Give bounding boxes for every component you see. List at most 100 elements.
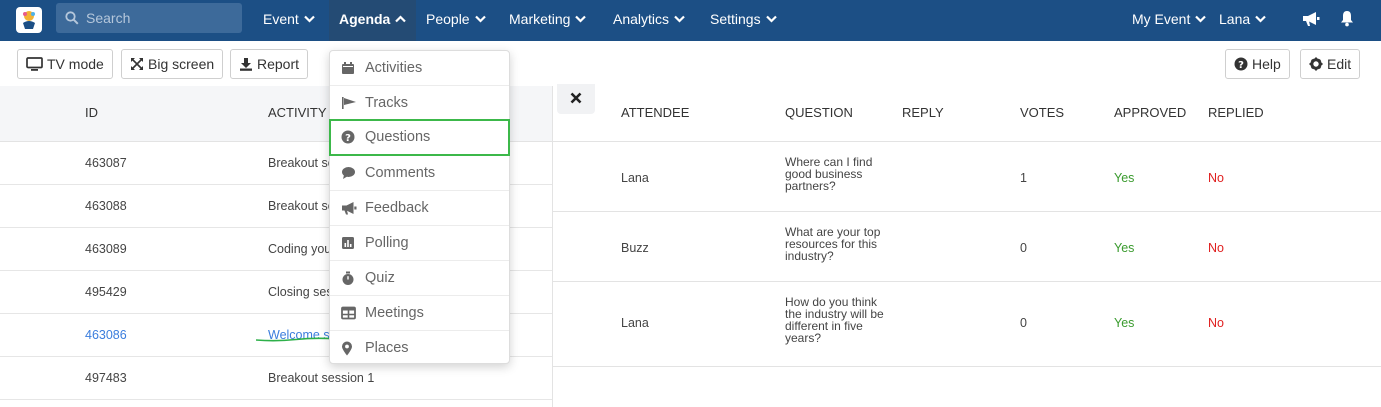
- nav-user-menu[interactable]: Lana: [1209, 0, 1276, 41]
- menu-item-places[interactable]: Places: [330, 331, 509, 366]
- replied-status[interactable]: No: [1208, 171, 1224, 185]
- chevron-down-icon: [765, 16, 777, 23]
- report-label: Report: [257, 56, 300, 72]
- menu-item-label: Tracks: [365, 95, 408, 111]
- menu-item-feedback[interactable]: Feedback: [330, 191, 509, 226]
- agenda-dropdown-menu: Activities Tracks ? Questions Comments F…: [329, 50, 510, 364]
- menu-item-quiz[interactable]: Quiz: [330, 261, 509, 296]
- flag-icon: [342, 97, 356, 109]
- bell-icon[interactable]: [1340, 10, 1354, 27]
- activity-id: 463089: [85, 242, 127, 256]
- nav-agenda[interactable]: Agenda: [329, 0, 417, 41]
- megaphone-icon[interactable]: [1302, 11, 1320, 27]
- column-header-votes[interactable]: VOTES: [1020, 105, 1064, 120]
- close-panel-button[interactable]: [557, 84, 595, 114]
- attendee-name: Lana: [621, 316, 649, 330]
- menu-item-tracks[interactable]: Tracks: [330, 86, 509, 121]
- activity-id: 495429: [85, 285, 127, 299]
- nav-marketing[interactable]: Marketing: [499, 0, 596, 41]
- table-row[interactable]: Buzz What are your top resources for thi…: [553, 212, 1381, 282]
- replied-status[interactable]: No: [1208, 316, 1224, 330]
- approved-status[interactable]: Yes: [1114, 241, 1134, 255]
- nav-my-event[interactable]: My Event: [1122, 0, 1216, 41]
- questions-table-header: ATTENDEE QUESTION REPLY VOTES APPROVED R…: [553, 86, 1381, 142]
- map-marker-icon: [342, 341, 352, 356]
- menu-item-label: Activities: [365, 60, 423, 76]
- table-icon: [341, 306, 356, 320]
- column-header-reply[interactable]: REPLY: [902, 105, 944, 120]
- monitor-icon: [26, 57, 43, 72]
- calendar-icon: [342, 62, 354, 74]
- help-label: Help: [1252, 56, 1281, 72]
- big-screen-button[interactable]: Big screen: [121, 49, 224, 79]
- close-icon: [570, 92, 582, 104]
- chevron-down-icon: [474, 16, 486, 23]
- tv-mode-label: TV mode: [47, 56, 104, 72]
- approved-status[interactable]: Yes: [1114, 171, 1134, 185]
- question-text: What are your top resources for this ind…: [785, 226, 895, 262]
- expand-icon: [131, 58, 143, 71]
- menu-item-activities[interactable]: Activities: [330, 51, 509, 86]
- votes-count: 0: [1020, 241, 1027, 255]
- votes-count: 1: [1020, 171, 1027, 185]
- menu-item-label: Quiz: [365, 270, 395, 286]
- chevron-down-icon: [304, 16, 315, 23]
- question-circle-icon: ?: [341, 130, 355, 144]
- nav-settings-label: Settings: [710, 11, 761, 27]
- activity-name: Coding you: [268, 242, 332, 256]
- nav-people-label: People: [426, 11, 470, 27]
- menu-item-label: Polling: [365, 235, 409, 251]
- table-row[interactable]: Lana Where can I find good business part…: [553, 142, 1381, 212]
- activity-id: 463088: [85, 199, 127, 213]
- menu-item-label: Feedback: [365, 200, 429, 216]
- menu-item-label: Places: [365, 340, 409, 356]
- column-header-id[interactable]: ID: [85, 105, 98, 120]
- tv-mode-button[interactable]: TV mode: [17, 49, 113, 79]
- nav-analytics[interactable]: Analytics: [603, 0, 695, 41]
- chevron-down-icon: [1195, 16, 1207, 23]
- menu-item-meetings[interactable]: Meetings: [330, 296, 509, 331]
- search-input[interactable]: [86, 9, 236, 27]
- help-button[interactable]: ? Help: [1225, 49, 1290, 79]
- nav-agenda-label: Agenda: [339, 11, 391, 27]
- selection-underline-mark: [256, 337, 336, 342]
- attendee-name: Lana: [621, 171, 649, 185]
- search-box[interactable]: [56, 3, 242, 33]
- toolbar: TV mode Big screen Report ? Help Edit: [0, 41, 1381, 86]
- approved-status[interactable]: Yes: [1114, 316, 1134, 330]
- question-text: How do you think the industry will be di…: [785, 296, 895, 344]
- question-line: partners?: [785, 179, 836, 193]
- nav-people[interactable]: People: [416, 0, 496, 41]
- activity-id: 497483: [85, 371, 127, 385]
- report-button[interactable]: Report: [230, 49, 309, 79]
- app-logo[interactable]: [16, 7, 42, 33]
- question-circle-icon: ?: [1234, 57, 1248, 71]
- menu-item-label: Comments: [365, 165, 436, 181]
- questions-panel: ATTENDEE QUESTION REPLY VOTES APPROVED R…: [552, 84, 1381, 407]
- column-header-replied[interactable]: REPLIED: [1208, 105, 1264, 120]
- column-header-attendee[interactable]: ATTENDEE: [621, 105, 689, 120]
- nav-analytics-label: Analytics: [613, 11, 670, 27]
- activity-name: Breakout se: [268, 199, 335, 213]
- chevron-down-icon: [674, 16, 685, 23]
- download-icon: [240, 58, 252, 72]
- menu-item-polling[interactable]: Polling: [330, 226, 509, 261]
- replied-status[interactable]: No: [1208, 241, 1224, 255]
- edit-button[interactable]: Edit: [1300, 49, 1361, 79]
- column-header-question[interactable]: QUESTION: [785, 105, 853, 120]
- activity-id: 463086: [85, 328, 127, 342]
- big-screen-label: Big screen: [148, 56, 215, 72]
- chevron-up-icon: [395, 15, 407, 23]
- menu-item-questions[interactable]: ? Questions: [329, 119, 510, 156]
- nav-marketing-label: Marketing: [509, 11, 571, 27]
- table-row[interactable]: Lana How do you think the industry will …: [553, 282, 1381, 367]
- megaphone-icon: [342, 202, 357, 215]
- comment-icon: [342, 167, 355, 179]
- column-header-approved[interactable]: APPROVED: [1114, 105, 1186, 120]
- menu-item-comments[interactable]: Comments: [330, 156, 509, 191]
- nav-user-label: Lana: [1219, 11, 1251, 27]
- question-text: Where can I find good business partners?: [785, 156, 895, 192]
- nav-event[interactable]: Event: [253, 0, 325, 41]
- nav-settings[interactable]: Settings: [700, 0, 787, 41]
- search-icon: [65, 11, 79, 25]
